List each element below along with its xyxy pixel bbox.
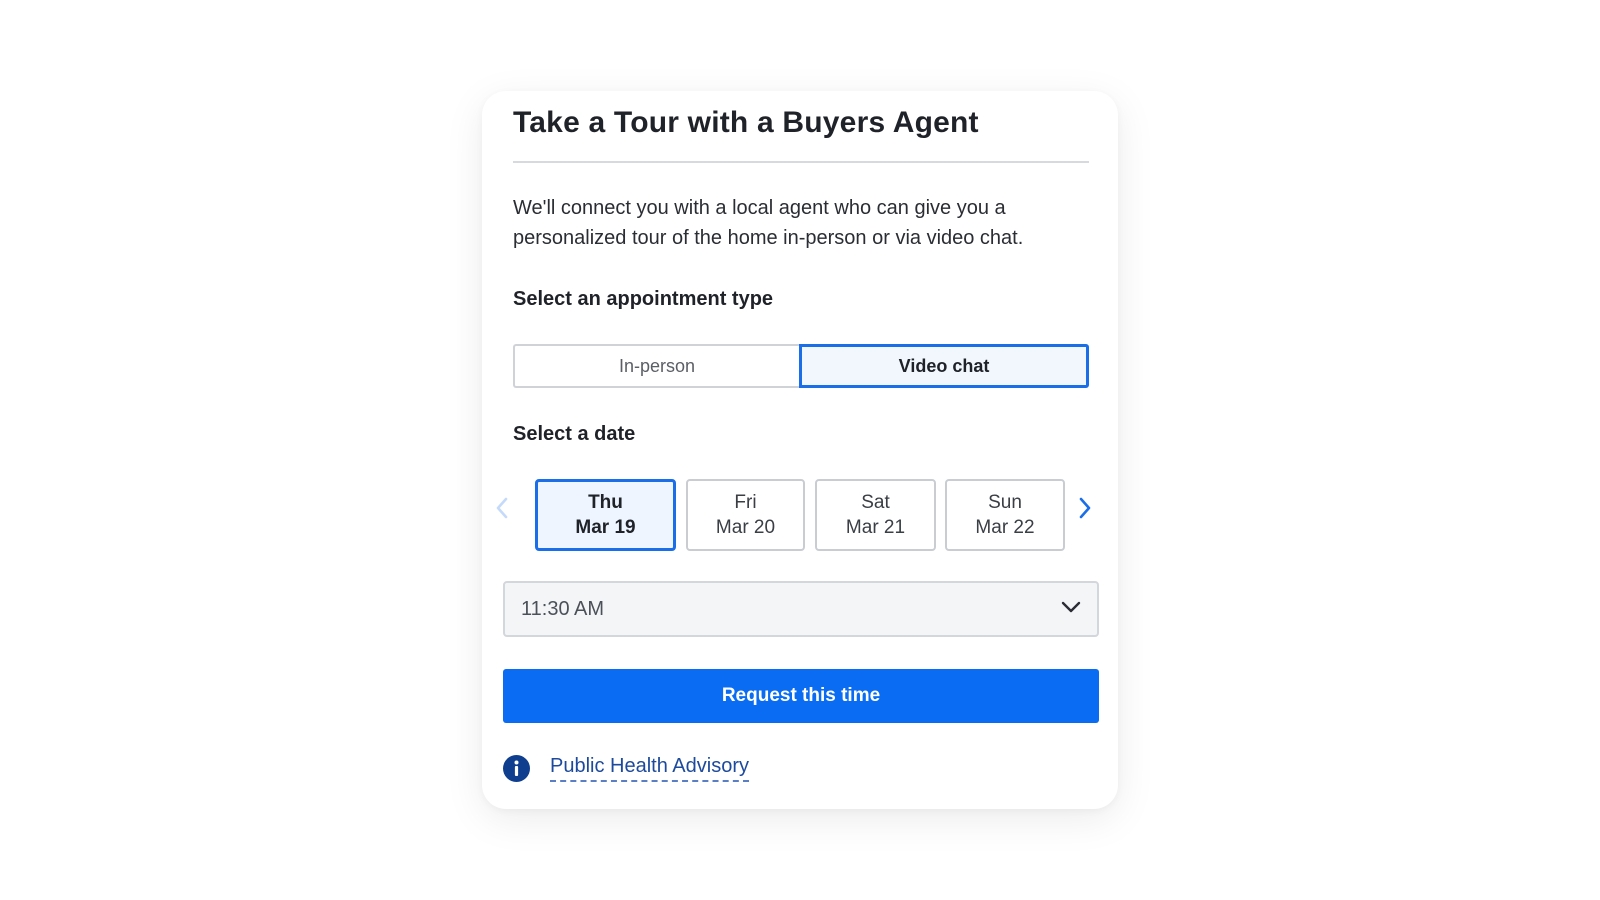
time-value: 11:30 AM	[521, 597, 605, 620]
date-label: Select a date	[513, 423, 636, 445]
intro-text: We'll connect you with a local agent who…	[513, 197, 1024, 249]
appointment-type-toggle: In-person Video chat	[513, 344, 1089, 388]
public-health-advisory-link[interactable]: Public Health Advisory	[550, 755, 749, 782]
date-day: Sat	[861, 492, 890, 513]
date-value: Mar 22	[975, 517, 1035, 538]
video-chat-option[interactable]: Video chat	[799, 344, 1089, 388]
date-day: Sun	[988, 492, 1022, 513]
date-day: Thu	[588, 492, 623, 513]
request-time-button[interactable]: Request this time	[503, 669, 1099, 723]
date-option[interactable]: Thu Mar 19	[535, 479, 676, 551]
date-option[interactable]: Sun Mar 22	[945, 479, 1065, 551]
tour-request-card: Take a Tour with a Buyers Agent We'll co…	[482, 91, 1118, 809]
chevron-left-icon[interactable]	[490, 491, 514, 525]
time-select[interactable]: 11:30 AM	[503, 581, 1099, 637]
chevron-right-icon[interactable]	[1073, 491, 1097, 525]
card-title: Take a Tour with a Buyers Agent	[513, 106, 979, 139]
date-value: Mar 19	[575, 517, 636, 538]
date-option[interactable]: Fri Mar 20	[686, 479, 805, 551]
chevron-down-icon	[1061, 600, 1081, 618]
public-health-advisory: Public Health Advisory	[503, 755, 749, 782]
date-value: Mar 21	[845, 517, 906, 538]
appointment-type-label: Select an appointment type	[513, 288, 774, 310]
date-value: Mar 20	[715, 517, 776, 538]
date-option[interactable]: Sat Mar 21	[815, 479, 936, 551]
date-day: Fri	[734, 492, 757, 513]
page-background: Take a Tour with a Buyers Agent We'll co…	[0, 0, 1600, 900]
title-divider	[513, 161, 1089, 163]
in-person-option[interactable]: In-person	[513, 344, 799, 388]
info-icon	[503, 755, 530, 782]
